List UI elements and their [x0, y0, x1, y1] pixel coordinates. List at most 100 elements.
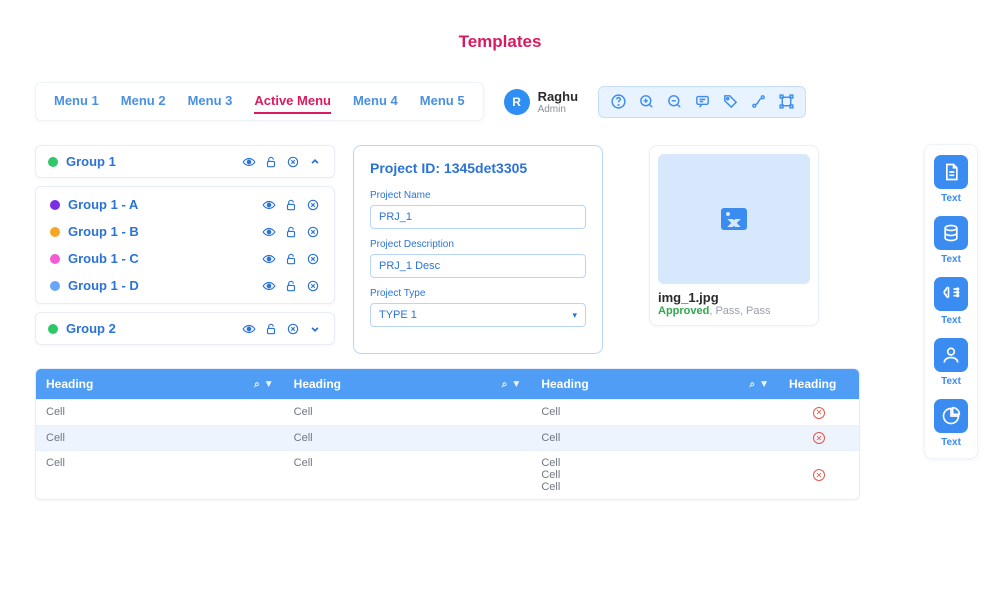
sub-row-b[interactable]: Group 1 - B	[36, 218, 334, 245]
col-header-2[interactable]: Heading⌕▼	[284, 369, 532, 400]
user-chip[interactable]: R Raghu Admin	[504, 89, 578, 115]
cell: Cell	[284, 425, 532, 451]
menu-item-3[interactable]: Menu 3	[188, 93, 233, 110]
cell: Cell	[36, 425, 284, 451]
delete-row-icon[interactable]: ✕	[813, 432, 825, 444]
col-header-1[interactable]: Heading⌕▼	[36, 369, 284, 400]
rail-item-brain[interactable]: Text	[934, 277, 968, 326]
rail-label: Text	[941, 193, 961, 204]
right-rail: Text Text Text Text Text	[924, 144, 978, 459]
collapse-icon[interactable]	[308, 155, 322, 169]
sub-row-a[interactable]: Group 1 - A	[36, 191, 334, 218]
menu-item-2[interactable]: Menu 2	[121, 93, 166, 110]
search-icon[interactable]: ⌕	[254, 379, 260, 390]
delete-row-icon[interactable]: ✕	[813, 469, 825, 481]
icon-toolbar	[598, 86, 806, 118]
tag-icon[interactable]	[721, 93, 739, 111]
sub-row-c[interactable]: Groub 1 - C	[36, 245, 334, 272]
col-header-3[interactable]: Heading⌕▼	[531, 369, 779, 400]
sort-icon[interactable]: ▼	[264, 379, 274, 390]
person-icon	[941, 345, 961, 365]
expand-icon[interactable]	[308, 322, 322, 336]
brain-icon	[941, 284, 961, 304]
remove-icon[interactable]	[306, 252, 320, 266]
user-name: Raghu	[538, 89, 578, 104]
image-status: Approved, Pass, Pass	[658, 305, 810, 317]
sub-row-d[interactable]: Group 1 - D	[36, 272, 334, 299]
image-thumbnail[interactable]	[658, 154, 810, 284]
delete-row-icon[interactable]: ✕	[813, 407, 825, 419]
help-icon[interactable]	[609, 93, 627, 111]
remove-icon[interactable]	[306, 279, 320, 293]
search-icon[interactable]: ⌕	[749, 379, 755, 390]
zoom-out-icon[interactable]	[665, 93, 683, 111]
project-type-select[interactable]: TYPE 1	[370, 303, 586, 327]
menu-item-4[interactable]: Menu 4	[353, 93, 398, 110]
project-desc-input[interactable]	[370, 254, 586, 278]
remove-icon[interactable]	[306, 225, 320, 239]
visibility-icon[interactable]	[262, 225, 276, 239]
group-dot	[50, 200, 60, 210]
table-row: Cell Cell Cell ✕	[36, 425, 859, 451]
unlock-icon[interactable]	[264, 155, 278, 169]
group-dot	[50, 254, 60, 264]
project-name-label: Project Name	[370, 190, 586, 201]
rail-label: Text	[941, 437, 961, 448]
visibility-icon[interactable]	[242, 322, 256, 336]
project-type-label: Project Type	[370, 288, 586, 299]
unlock-icon[interactable]	[284, 225, 298, 239]
visibility-icon[interactable]	[242, 155, 256, 169]
table-row: Cell Cell Cell ✕	[36, 400, 859, 426]
sub-label: Group 1 - A	[68, 197, 138, 212]
database-icon	[941, 223, 961, 243]
cell: Cell	[531, 425, 779, 451]
rail-item-person[interactable]: Text	[934, 338, 968, 387]
menu-item-active[interactable]: Active Menu	[254, 93, 331, 114]
remove-icon[interactable]	[306, 198, 320, 212]
user-role: Admin	[538, 104, 578, 115]
subgroups-panel: Group 1 - A Group 1 - B	[35, 186, 335, 304]
group-label: Group 1	[66, 154, 116, 169]
remove-icon[interactable]	[286, 322, 300, 336]
cell: Cell Cell Cell	[531, 451, 779, 500]
comment-icon[interactable]	[693, 93, 711, 111]
menu-item-5[interactable]: Menu 5	[420, 93, 465, 110]
data-table: Heading⌕▼ Heading⌕▼ Heading⌕▼ Heading Ce…	[35, 368, 860, 500]
unlock-icon[interactable]	[284, 198, 298, 212]
image-preview-card: img_1.jpg Approved, Pass, Pass	[649, 145, 819, 326]
document-icon	[941, 162, 961, 182]
rail-label: Text	[941, 254, 961, 265]
zoom-in-icon[interactable]	[637, 93, 655, 111]
project-name-input[interactable]	[370, 205, 586, 229]
image-filename: img_1.jpg	[658, 290, 810, 305]
cell: Cell	[284, 451, 532, 500]
project-desc-label: Project Description	[370, 239, 586, 250]
search-icon[interactable]: ⌕	[502, 379, 508, 390]
image-icon	[721, 208, 747, 230]
rail-item-document[interactable]: Text	[934, 155, 968, 204]
table-row: Cell Cell Cell Cell Cell ✕	[36, 451, 859, 500]
sort-icon[interactable]: ▼	[759, 379, 769, 390]
visibility-icon[interactable]	[262, 279, 276, 293]
rail-item-database[interactable]: Text	[934, 216, 968, 265]
remove-icon[interactable]	[286, 155, 300, 169]
unlock-icon[interactable]	[264, 322, 278, 336]
unlock-icon[interactable]	[284, 252, 298, 266]
group-row-1[interactable]: Group 1	[35, 145, 335, 178]
sort-icon[interactable]: ▼	[511, 379, 521, 390]
group-row-2[interactable]: Group 2	[35, 312, 335, 345]
groups-panel: Group 1 Group 1 - A	[35, 145, 335, 353]
visibility-icon[interactable]	[262, 198, 276, 212]
unlock-icon[interactable]	[284, 279, 298, 293]
visibility-icon[interactable]	[262, 252, 276, 266]
group-dot	[48, 157, 58, 167]
top-menu: Menu 1 Menu 2 Menu 3 Active Menu Menu 4 …	[35, 82, 484, 121]
menu-item-1[interactable]: Menu 1	[54, 93, 99, 110]
group-label: Group 2	[66, 321, 116, 336]
cell: Cell	[284, 400, 532, 426]
connector-icon[interactable]	[749, 93, 767, 111]
rail-item-pie[interactable]: Text	[934, 399, 968, 448]
bounding-box-icon[interactable]	[777, 93, 795, 111]
pie-icon	[941, 406, 961, 426]
rail-label: Text	[941, 315, 961, 326]
